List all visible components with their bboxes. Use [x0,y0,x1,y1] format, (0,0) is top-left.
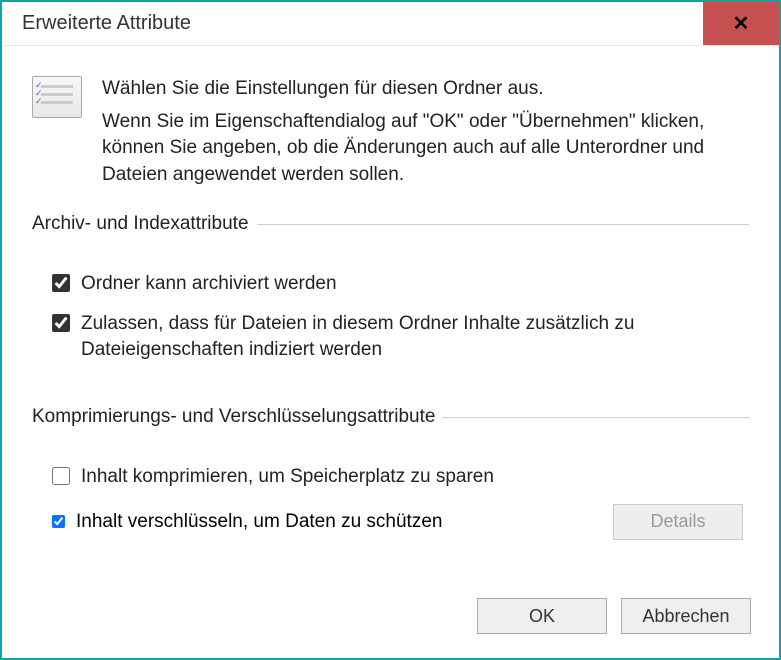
group-archive-index: Archiv- und Indexattribute Ordner kann a… [32,213,749,376]
dialog-content: Wählen Sie die Einstellungen für diesen … [2,46,779,590]
header-text: Wählen Sie die Einstellungen für diesen … [102,76,749,188]
row-encrypt: Inhalt verschlüsseln, um Daten zu schütz… [48,504,743,540]
dialog-window: Erweiterte Attribute ✕ Wählen Sie die Ei… [0,0,781,660]
checkbox-encrypt[interactable] [52,515,65,528]
label-encrypt[interactable]: Inhalt verschlüsseln, um Daten zu schütz… [76,511,442,533]
label-compress[interactable]: Inhalt komprimieren, um Speicherplatz zu… [81,464,494,490]
label-index[interactable]: Zulassen, dass für Dateien in diesem Ord… [81,311,743,362]
folder-settings-icon [32,76,82,118]
cancel-button[interactable]: Abbrechen [621,598,751,634]
checkbox-archive[interactable] [52,274,70,292]
details-button: Details [613,504,743,540]
checkbox-compress[interactable] [52,467,70,485]
group-compress-legend: Komprimierungs- und Verschlüsselungsattr… [32,406,443,428]
close-icon: ✕ [733,11,750,36]
close-button[interactable]: ✕ [703,2,779,45]
row-archive: Ordner kann archiviert werden [48,271,743,297]
header-heading: Wählen Sie die Einstellungen für diesen … [102,76,749,103]
group-archive-legend: Archiv- und Indexattribute [32,213,257,235]
ok-button[interactable]: OK [477,598,607,634]
header-body: Wenn Sie im Eigenschaftendialog auf "OK"… [102,109,749,189]
header-row: Wählen Sie die Einstellungen für diesen … [32,76,749,188]
checkbox-index[interactable] [52,314,70,332]
row-index: Zulassen, dass für Dateien in diesem Ord… [48,311,743,362]
group-compress-encrypt: Komprimierungs- und Verschlüsselungsattr… [32,406,749,550]
row-compress: Inhalt komprimieren, um Speicherplatz zu… [48,464,743,490]
titlebar: Erweiterte Attribute ✕ [2,2,779,46]
window-title: Erweiterte Attribute [2,12,703,35]
label-archive[interactable]: Ordner kann archiviert werden [81,271,337,297]
button-bar: OK Abbrechen [477,598,751,634]
